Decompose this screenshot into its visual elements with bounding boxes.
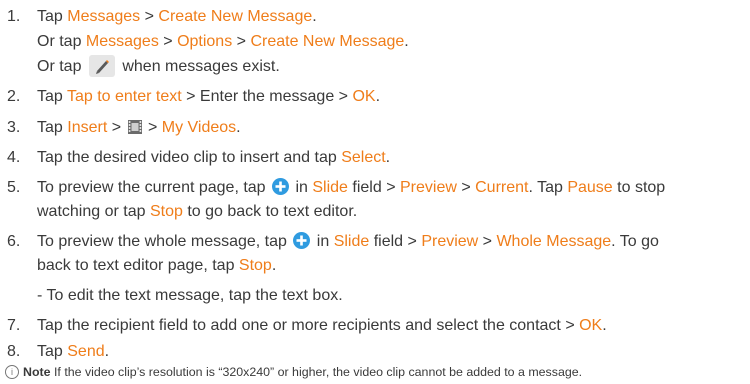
keyword-stop: Stop: [149, 203, 183, 220]
text: To preview the whole message, tap: [37, 233, 292, 250]
step-number: 3.: [7, 119, 21, 136]
text: Tap: [37, 119, 68, 136]
text: >: [456, 179, 476, 196]
keyword-create-new-message: Create New Message: [158, 8, 313, 25]
step-number: 7.: [7, 317, 21, 334]
keyword-whole-message: Whole Message: [496, 233, 612, 250]
step-number: 6.: [7, 233, 21, 250]
keyword-my-videos: My Videos: [161, 119, 237, 136]
step-number: 8.: [7, 343, 21, 360]
step-number: 1.: [7, 8, 21, 25]
text: .: [602, 317, 607, 334]
text: Tap the recipient field to add one or mo…: [37, 317, 580, 334]
text: To preview the current page, tap: [37, 179, 271, 196]
keyword-slide: Slide: [312, 179, 348, 196]
keyword-tap-to-enter-text: Tap to enter text: [66, 88, 182, 105]
text: .: [385, 149, 391, 166]
text: field >: [369, 233, 422, 250]
instruction-page: 1. Tap Messages > Create New Message. Or…: [0, 0, 750, 384]
text: to stop: [612, 179, 666, 196]
step-number: 5.: [7, 179, 21, 196]
info-icon: i: [5, 365, 19, 379]
note-label: Note: [23, 365, 51, 379]
text: field >: [347, 179, 400, 196]
text: when messages exist.: [117, 58, 280, 75]
keyword-insert: Insert: [67, 119, 108, 136]
pencil-icon: [88, 55, 115, 77]
text: Tap the desired video clip to insert and…: [37, 149, 342, 166]
step-text: Tap Send.: [37, 340, 109, 364]
step-6-line-2: back to text editor page, tap Stop.: [37, 254, 276, 278]
step-text: Tap the desired video clip to insert and…: [37, 146, 390, 170]
keyword-send: Send: [67, 343, 105, 360]
text: .: [236, 119, 241, 136]
keyword-messages: Messages: [67, 8, 141, 25]
text: in: [312, 233, 334, 250]
keyword-create-new-message: Create New Message: [250, 33, 405, 50]
text: .: [312, 8, 317, 25]
text: Tap: [37, 343, 68, 360]
keyword-stop: Stop: [238, 257, 272, 274]
text: . Tap: [528, 179, 568, 196]
text: .: [404, 33, 409, 50]
step-number: 2.: [7, 88, 21, 105]
text: Tap: [37, 8, 68, 25]
text: .: [104, 343, 110, 360]
text: Or tap: [37, 58, 86, 75]
text: watching or tap: [37, 203, 150, 220]
step-text: Tap Insert > > My Videos.: [37, 116, 241, 140]
text: .: [271, 257, 277, 274]
edit-tip: - To edit the text message, tap the text…: [37, 287, 343, 304]
keyword-messages: Messages: [85, 33, 159, 50]
text: >: [478, 233, 497, 250]
step-text: To preview the current page, tap in Slid…: [37, 176, 665, 200]
plus-circle-icon: [272, 178, 290, 195]
film-icon: [127, 118, 142, 134]
keyword-ok: OK: [352, 88, 376, 105]
text: >: [107, 119, 126, 136]
text: back to text editor page, tap: [37, 257, 239, 274]
step-5-line-2: watching or tap Stop to go back to text …: [37, 200, 357, 224]
step-text: Tap Tap to enter text > Enter the messag…: [37, 85, 380, 109]
text: >: [143, 119, 162, 136]
step-1-alt-2: Or tap when messages exist.: [37, 55, 280, 79]
step-number: 4.: [7, 149, 21, 166]
keyword-pause: Pause: [567, 179, 613, 196]
keyword-select: Select: [341, 149, 386, 166]
keyword-ok: OK: [579, 317, 603, 334]
plus-circle-icon: [293, 232, 311, 249]
keyword-options: Options: [177, 33, 233, 50]
text: >: [158, 33, 178, 50]
text: > Enter the message >: [181, 88, 353, 105]
text: Or tap: [37, 33, 86, 50]
keyword-slide: Slide: [333, 233, 370, 250]
text: .: [375, 88, 381, 105]
step-text: To preview the whole message, tap in Sli…: [37, 230, 659, 254]
text: in: [291, 179, 313, 196]
text: . To go: [611, 233, 659, 250]
text: to go back to text editor.: [182, 203, 358, 220]
text: >: [232, 33, 251, 50]
keyword-current: Current: [475, 179, 529, 196]
text: >: [140, 8, 159, 25]
step-text: Tap the recipient field to add one or mo…: [37, 314, 607, 338]
note: i Note If the video clip’s resolution is …: [5, 363, 582, 381]
keyword-preview: Preview: [421, 233, 479, 250]
keyword-preview: Preview: [399, 179, 457, 196]
text: Tap: [37, 88, 67, 105]
step-1-alt-1: Or tap Messages > Options > Create New M…: [37, 30, 409, 54]
note-text: If the video clip’s resolution is “320x2…: [50, 365, 583, 379]
step-text: Tap Messages > Create New Message.: [37, 5, 317, 29]
